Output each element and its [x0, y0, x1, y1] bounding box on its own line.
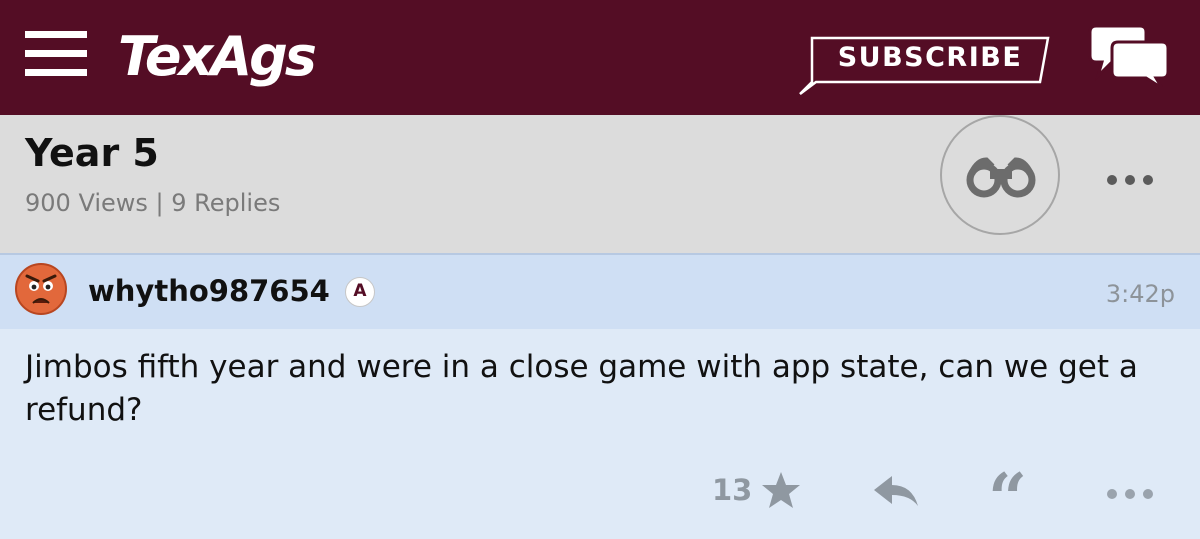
- reply-icon[interactable]: [872, 474, 920, 510]
- menu-icon[interactable]: [25, 31, 87, 77]
- post-more-icon[interactable]: [1104, 484, 1156, 504]
- angry-face-avatar[interactable]: [14, 262, 68, 316]
- site-logo[interactable]: TexAgs: [118, 22, 317, 92]
- rating-count: 13: [712, 473, 753, 507]
- binoculars-icon: [966, 157, 1036, 198]
- top-navigation-bar: TexAgs SUBSCRIBE: [0, 0, 1200, 115]
- subscribe-button-label[interactable]: SUBSCRIBE: [830, 40, 1030, 76]
- thread-more-icon[interactable]: [1104, 170, 1156, 190]
- post-body: Jimbos fifth year and were in a close ga…: [25, 349, 1138, 428]
- chat-bubbles-icon[interactable]: [1088, 22, 1172, 88]
- post-time: 3:42p: [1105, 280, 1175, 308]
- watch-thread-button[interactable]: [940, 115, 1060, 235]
- thread-title: Year 5: [25, 131, 159, 175]
- thread-stats: 900 Views | 9 Replies: [25, 189, 281, 217]
- star-icon[interactable]: [760, 470, 802, 510]
- user-badge: A: [345, 277, 375, 307]
- quote-icon[interactable]: “: [988, 463, 1027, 535]
- post-username[interactable]: whytho987654: [88, 268, 330, 314]
